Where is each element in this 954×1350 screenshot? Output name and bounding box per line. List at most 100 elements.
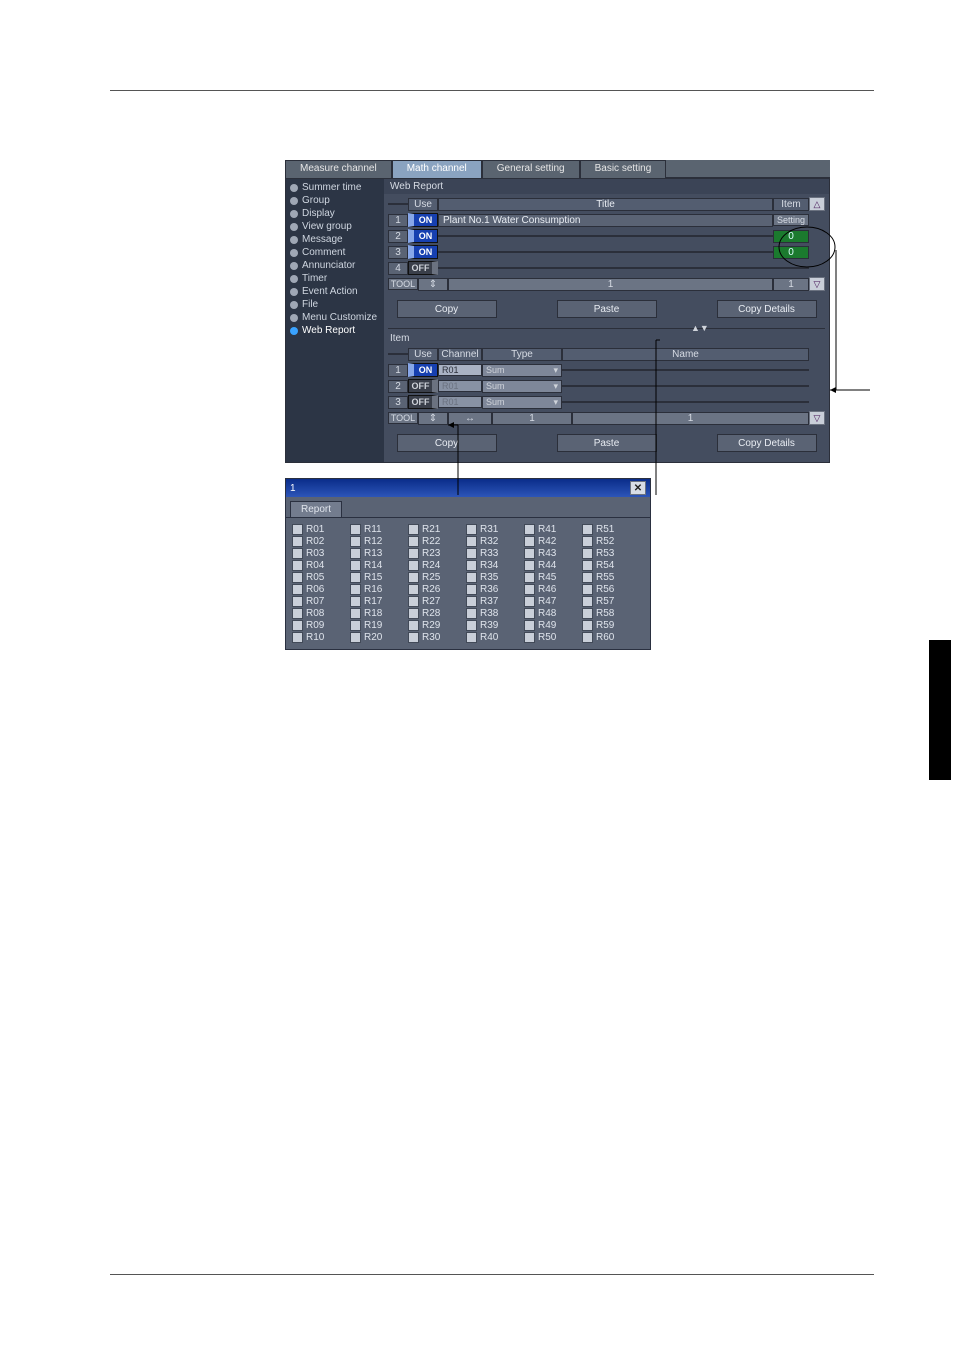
checkbox-icon[interactable] <box>524 572 535 583</box>
checkbox-icon[interactable] <box>408 536 419 547</box>
toolrow-updown-icon[interactable]: ⇕ <box>418 278 448 291</box>
copy-button[interactable]: Copy <box>397 300 497 318</box>
checkbox-icon[interactable] <box>408 632 419 643</box>
checkbox-icon[interactable] <box>524 524 535 535</box>
report-channel-option[interactable]: R46 <box>524 584 572 595</box>
report-channel-option[interactable]: R43 <box>524 548 572 559</box>
sidebar-item-view-group[interactable]: View group <box>286 220 384 233</box>
report-channel-option[interactable]: R55 <box>582 572 630 583</box>
report-channel-option[interactable]: R09 <box>292 620 340 631</box>
title-cell[interactable] <box>438 251 773 253</box>
item-count-cell[interactable]: 0 <box>773 246 809 259</box>
report-channel-option[interactable]: R60 <box>582 632 630 643</box>
report-channel-option[interactable]: R52 <box>582 536 630 547</box>
report-channel-option[interactable]: R25 <box>408 572 456 583</box>
report-channel-option[interactable]: R29 <box>408 620 456 631</box>
report-channel-option[interactable]: R17 <box>350 596 398 607</box>
channel-cell[interactable]: R01 <box>438 364 482 376</box>
report-channel-option[interactable]: R47 <box>524 596 572 607</box>
checkbox-icon[interactable] <box>408 620 419 631</box>
checkbox-icon[interactable] <box>466 548 477 559</box>
report-channel-option[interactable]: R21 <box>408 524 456 535</box>
checkbox-icon[interactable] <box>350 524 361 535</box>
report-channel-option[interactable]: R23 <box>408 548 456 559</box>
report-channel-option[interactable]: R39 <box>466 620 514 631</box>
report-channel-option[interactable]: R57 <box>582 596 630 607</box>
report-channel-option[interactable]: R08 <box>292 608 340 619</box>
checkbox-icon[interactable] <box>466 572 477 583</box>
report-channel-option[interactable]: R35 <box>466 572 514 583</box>
copy-details-button[interactable]: Copy Details <box>717 300 817 318</box>
checkbox-icon[interactable] <box>524 584 535 595</box>
checkbox-icon[interactable] <box>582 632 593 643</box>
report-channel-option[interactable]: R10 <box>292 632 340 643</box>
name-cell[interactable] <box>562 401 809 403</box>
checkbox-icon[interactable] <box>582 608 593 619</box>
report-channel-option[interactable]: R54 <box>582 560 630 571</box>
report-channel-option[interactable]: R44 <box>524 560 572 571</box>
report-channel-option[interactable]: R01 <box>292 524 340 535</box>
report-channel-option[interactable]: R04 <box>292 560 340 571</box>
checkbox-icon[interactable] <box>292 536 303 547</box>
splitter-grip-icon[interactable]: ▲▼ <box>691 323 705 333</box>
report-channel-option[interactable]: R34 <box>466 560 514 571</box>
checkbox-icon[interactable] <box>408 596 419 607</box>
type-select[interactable]: Sum▾ <box>482 396 562 409</box>
tab-general-setting[interactable]: General setting <box>482 160 580 178</box>
sidebar-item-event-action[interactable]: Event Action <box>286 285 384 298</box>
checkbox-icon[interactable] <box>350 608 361 619</box>
scroll-down-icon[interactable]: ▽ <box>809 277 825 291</box>
sidebar-item-display[interactable]: Display <box>286 207 384 220</box>
use-toggle[interactable]: OFF <box>408 395 438 409</box>
checkbox-icon[interactable] <box>350 620 361 631</box>
report-channel-option[interactable]: R38 <box>466 608 514 619</box>
checkbox-icon[interactable] <box>350 572 361 583</box>
report-channel-option[interactable]: R06 <box>292 584 340 595</box>
report-channel-option[interactable]: R22 <box>408 536 456 547</box>
checkbox-icon[interactable] <box>582 584 593 595</box>
checkbox-icon[interactable] <box>350 548 361 559</box>
checkbox-icon[interactable] <box>524 536 535 547</box>
report-channel-option[interactable]: R07 <box>292 596 340 607</box>
checkbox-icon[interactable] <box>292 596 303 607</box>
checkbox-icon[interactable] <box>292 620 303 631</box>
title-cell[interactable] <box>438 235 773 237</box>
channel-cell[interactable]: R01 <box>438 380 482 392</box>
use-toggle[interactable]: ON <box>408 213 438 227</box>
name-cell[interactable] <box>562 369 809 371</box>
checkbox-icon[interactable] <box>466 596 477 607</box>
checkbox-icon[interactable] <box>466 620 477 631</box>
report-channel-option[interactable]: R03 <box>292 548 340 559</box>
report-channel-option[interactable]: R53 <box>582 548 630 559</box>
item-paste-button[interactable]: Paste <box>557 434 657 452</box>
sidebar-item-menu-customize[interactable]: Menu Customize <box>286 311 384 324</box>
item-copy-button[interactable]: Copy <box>397 434 497 452</box>
checkbox-icon[interactable] <box>582 560 593 571</box>
report-channel-option[interactable]: R42 <box>524 536 572 547</box>
title-cell[interactable]: Plant No.1 Water Consumption <box>438 214 773 227</box>
report-channel-option[interactable]: R59 <box>582 620 630 631</box>
report-channel-option[interactable]: R45 <box>524 572 572 583</box>
report-channel-option[interactable]: R13 <box>350 548 398 559</box>
checkbox-icon[interactable] <box>350 584 361 595</box>
paste-button[interactable]: Paste <box>557 300 657 318</box>
close-icon[interactable]: ✕ <box>630 481 646 495</box>
tab-math-channel[interactable]: Math channel <box>392 160 482 178</box>
tab-measure-channel[interactable]: Measure channel <box>285 160 392 178</box>
channel-cell[interactable]: R01 <box>438 396 482 408</box>
report-channel-option[interactable]: R28 <box>408 608 456 619</box>
checkbox-icon[interactable] <box>350 536 361 547</box>
report-channel-option[interactable]: R50 <box>524 632 572 643</box>
report-channel-option[interactable]: R27 <box>408 596 456 607</box>
sidebar-item-comment[interactable]: Comment <box>286 246 384 259</box>
report-channel-option[interactable]: R05 <box>292 572 340 583</box>
report-channel-option[interactable]: R31 <box>466 524 514 535</box>
checkbox-icon[interactable] <box>582 572 593 583</box>
checkbox-icon[interactable] <box>292 632 303 643</box>
checkbox-icon[interactable] <box>292 560 303 571</box>
use-toggle[interactable]: ON <box>408 245 438 259</box>
checkbox-icon[interactable] <box>292 572 303 583</box>
report-channel-option[interactable]: R32 <box>466 536 514 547</box>
item-count-cell[interactable]: Setting <box>773 214 809 226</box>
checkbox-icon[interactable] <box>524 608 535 619</box>
